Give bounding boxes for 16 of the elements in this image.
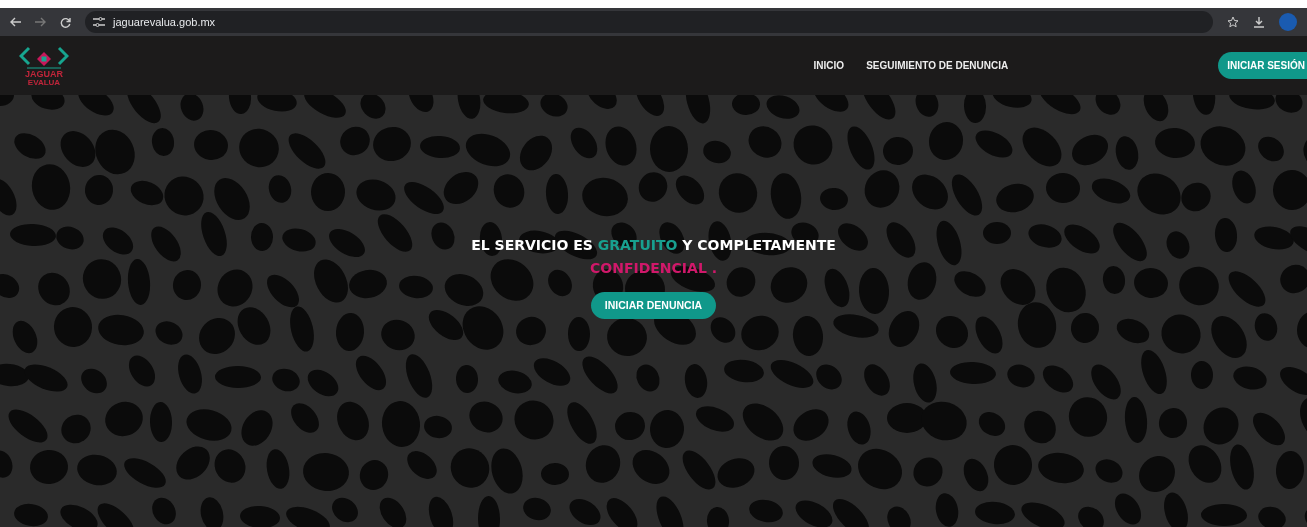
reload-icon[interactable] [60,16,71,28]
logo-subtext: EVALUA [27,79,61,87]
logo-text: JAGUAR [25,70,63,79]
start-report-button[interactable]: INICIAR DENUNCIA [590,291,717,319]
forward-icon[interactable] [35,17,46,27]
back-icon[interactable] [10,17,21,27]
nav-link[interactable]: SEGUIMIENTO DE DENUNCIA [866,60,1009,71]
download-icon[interactable] [1253,16,1265,28]
logo-icon[interactable] [19,44,69,70]
tune-icon[interactable] [93,17,105,27]
star-icon[interactable] [1227,16,1239,28]
url-text: jaguarevalua.gob.mx [113,16,216,28]
nav-link[interactable]: INICIO [813,60,845,71]
hero-headline: EL SERVICIO ES GRATUITO Y COMPLETAMENTE CONFIDENCIAL . [470,235,837,278]
login-button[interactable]: INICIAR SESIÓN [1218,52,1307,79]
address-bar[interactable]: jaguarevalua.gob.mx [85,11,1213,33]
